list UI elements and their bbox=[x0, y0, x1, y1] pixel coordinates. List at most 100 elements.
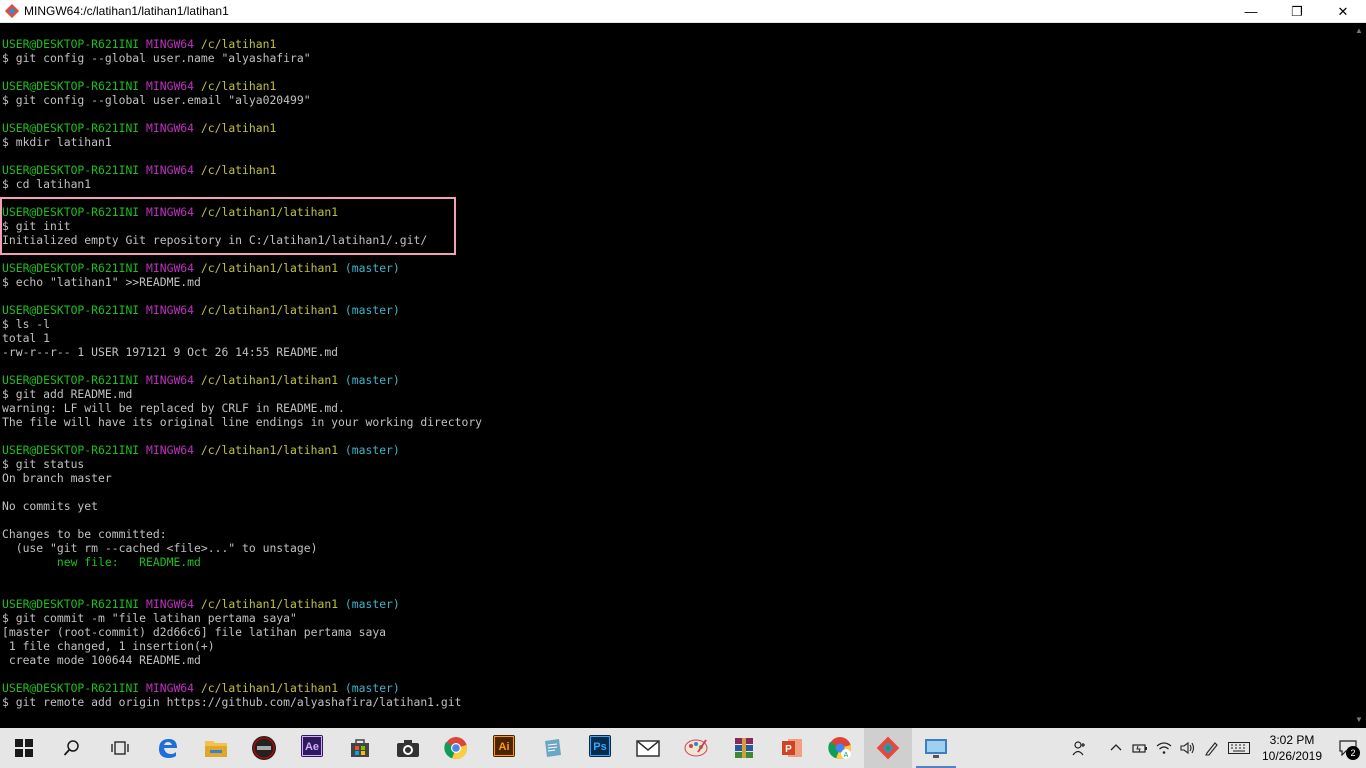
close-button[interactable]: ✕ bbox=[1320, 0, 1366, 23]
terminal-line: USER@DESKTOP-R621INI MINGW64 /c/latihan1… bbox=[2, 261, 1352, 275]
keyboard-icon[interactable] bbox=[1224, 728, 1254, 768]
svg-text:P: P bbox=[785, 744, 792, 755]
search-icon bbox=[63, 739, 81, 757]
action-center-button[interactable]: 2 bbox=[1330, 728, 1366, 768]
terminal-text-segment: No commits yet bbox=[2, 499, 99, 513]
terminal-text-segment: USER@DESKTOP-R621INI bbox=[2, 597, 140, 611]
terminal-line: $ git status bbox=[2, 457, 1352, 471]
illustrator-app[interactable]: Ai bbox=[480, 728, 528, 768]
file-explorer-app[interactable] bbox=[192, 728, 240, 768]
volume-icon[interactable] bbox=[1176, 728, 1200, 768]
clock[interactable]: 3:02 PM 10/26/2019 bbox=[1254, 732, 1330, 764]
terminal-text-segment: The file will have its original line end… bbox=[2, 415, 483, 429]
terminal-line: USER@DESKTOP-R621INI MINGW64 /c/latihan1… bbox=[2, 373, 1352, 387]
terminal-text-segment: /c/latihan1/latihan1 bbox=[200, 681, 339, 695]
mail-app[interactable] bbox=[624, 728, 672, 768]
chrome-apps-app[interactable]: A bbox=[816, 728, 864, 768]
terminal-line: The file will have its original line end… bbox=[2, 415, 1352, 429]
people-icon[interactable] bbox=[1068, 728, 1092, 768]
terminal-line: $ mkdir latihan1 bbox=[2, 135, 1352, 149]
asus-app[interactable] bbox=[240, 728, 288, 768]
pen-icon[interactable] bbox=[1200, 728, 1224, 768]
paint-icon bbox=[684, 736, 708, 760]
notepad-app[interactable] bbox=[528, 728, 576, 768]
clock-time: 3:02 PM bbox=[1269, 733, 1315, 747]
terminal-text-segment: new file: README.md bbox=[2, 555, 201, 569]
system-tray: 3:02 PM 10/26/2019 2 bbox=[1068, 728, 1366, 768]
terminal-line: USER@DESKTOP-R621INI MINGW64 /c/latihan1 bbox=[2, 37, 1352, 51]
scroll-thumb[interactable] bbox=[1355, 41, 1363, 711]
terminal-text-segment: $ mkdir latihan1 bbox=[2, 135, 112, 149]
after-effects-label: Ae bbox=[304, 741, 320, 753]
minimize-button[interactable]: — bbox=[1228, 0, 1274, 23]
camera-app[interactable] bbox=[384, 728, 432, 768]
terminal-text-segment: /c/latihan1/latihan1 bbox=[200, 443, 339, 457]
terminal-text-segment: $ cd latihan1 bbox=[2, 177, 92, 191]
store-app[interactable] bbox=[336, 728, 384, 768]
start-button[interactable] bbox=[0, 728, 48, 768]
terminal-text-segment: (master) bbox=[338, 597, 400, 611]
terminal-output[interactable]: USER@DESKTOP-R621INI MINGW64 /c/latihan1… bbox=[0, 23, 1352, 728]
terminal-text-segment: USER@DESKTOP-R621INI bbox=[2, 37, 140, 51]
wifi-icon[interactable] bbox=[1152, 728, 1176, 768]
terminal-line: USER@DESKTOP-R621INI MINGW64 /c/latihan1 bbox=[2, 79, 1352, 93]
chrome-apps-icon: A bbox=[828, 736, 852, 760]
winrar-app[interactable] bbox=[720, 728, 768, 768]
powerpoint-app[interactable]: P bbox=[768, 728, 816, 768]
terminal-line: $ cd latihan1 bbox=[2, 177, 1352, 191]
terminal-text-segment: /c/latihan1/latihan1 bbox=[200, 597, 339, 611]
search-button[interactable] bbox=[48, 728, 96, 768]
git-bash-icon bbox=[5, 4, 19, 18]
photoshop-app[interactable]: Ps bbox=[576, 728, 624, 768]
terminal-scrollbar[interactable]: ▲ ▼ bbox=[1352, 23, 1366, 728]
monitor-icon bbox=[924, 737, 948, 759]
terminal-text-segment: MINGW64 bbox=[146, 121, 195, 135]
terminal-line: USER@DESKTOP-R621INI MINGW64 /c/latihan1… bbox=[2, 597, 1352, 611]
terminal-text-segment: MINGW64 bbox=[146, 681, 195, 695]
terminal-text-segment: MINGW64 bbox=[146, 303, 195, 317]
terminal-text-segment: USER@DESKTOP-R621INI bbox=[2, 79, 140, 93]
highlight-annotation-box bbox=[0, 197, 456, 255]
terminal-text-segment: -rw-r--r-- 1 USER 197121 9 Oct 26 14:55 … bbox=[2, 345, 339, 359]
terminal-line: warning: LF will be replaced by CRLF in … bbox=[2, 401, 1352, 415]
terminal-text-segment: (master) bbox=[338, 303, 400, 317]
terminal-line: Changes to be committed: bbox=[2, 527, 1352, 541]
terminal-text-segment: MINGW64 bbox=[146, 163, 195, 177]
terminal-text-segment: MINGW64 bbox=[146, 597, 195, 611]
restore-button[interactable]: ❐ bbox=[1274, 0, 1320, 23]
chevron-up-icon[interactable] bbox=[1104, 728, 1128, 768]
edge-app[interactable] bbox=[144, 728, 192, 768]
paint-app[interactable] bbox=[672, 728, 720, 768]
git-bash-app[interactable] bbox=[864, 728, 912, 768]
terminal-line: USER@DESKTOP-R621INI MINGW64 /c/latihan1 bbox=[2, 163, 1352, 177]
terminal-text-segment: USER@DESKTOP-R621INI bbox=[2, 121, 140, 135]
battery-icon[interactable] bbox=[1128, 728, 1152, 768]
window-title-bar[interactable]: MINGW64:/c/latihan1/latihan1/latihan1 — … bbox=[0, 0, 1366, 23]
terminal-text-segment: USER@DESKTOP-R621INI bbox=[2, 261, 140, 275]
terminal-text-segment: $ git add README.md bbox=[2, 387, 133, 401]
scroll-up-icon[interactable]: ▲ bbox=[1355, 27, 1363, 35]
terminal-text-segment: MINGW64 bbox=[146, 261, 195, 275]
after-effects-app[interactable]: Ae bbox=[288, 728, 336, 768]
terminal-line: $ echo "latihan1" >>README.md bbox=[2, 275, 1352, 289]
chrome-app[interactable] bbox=[432, 728, 480, 768]
remote-app[interactable] bbox=[912, 728, 960, 768]
terminal-text-segment: total 1 bbox=[2, 331, 51, 345]
task-view-button[interactable] bbox=[96, 728, 144, 768]
scroll-down-icon[interactable]: ▼ bbox=[1355, 716, 1363, 724]
terminal-line: total 1 bbox=[2, 331, 1352, 345]
terminal-text-segment: (master) bbox=[338, 373, 400, 387]
